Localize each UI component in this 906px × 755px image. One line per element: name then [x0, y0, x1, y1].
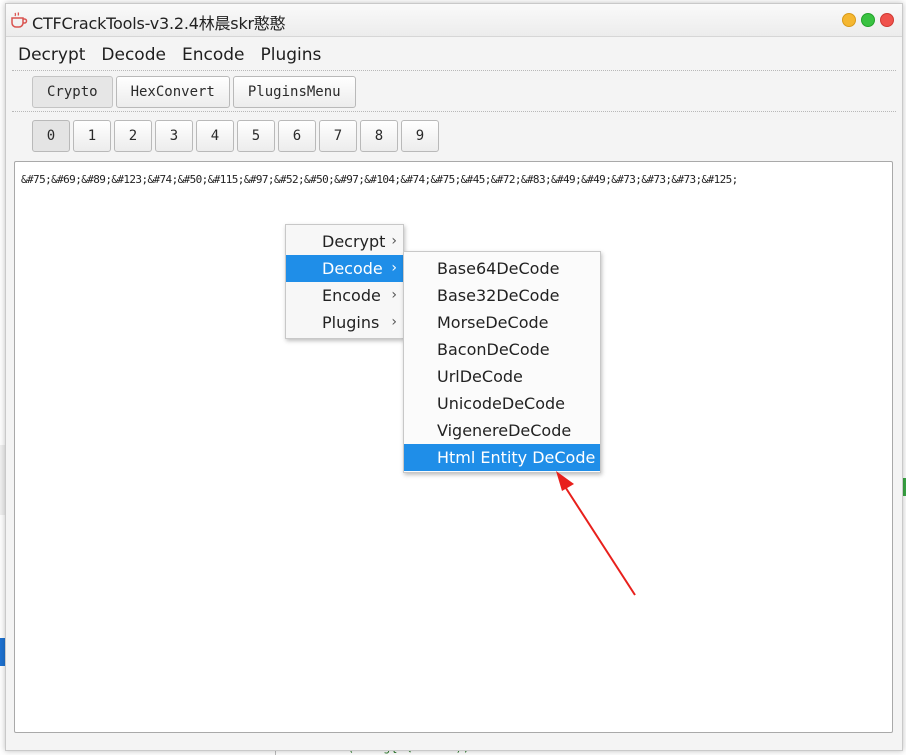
context-item-plugins[interactable]: Plugins › — [286, 309, 403, 336]
chevron-right-icon: › — [391, 260, 397, 276]
coffee-cup-icon — [11, 12, 28, 28]
submenu-item-htmlentitydecode[interactable]: Html Entity DeCode — [404, 444, 600, 471]
tab-8[interactable]: 8 — [360, 120, 398, 152]
tab-9[interactable]: 9 — [401, 120, 439, 152]
context-item-label: Plugins — [322, 313, 380, 332]
submenu-item-base32decode[interactable]: Base32DeCode — [404, 282, 600, 309]
maximize-button[interactable] — [861, 13, 875, 27]
menu-plugins[interactable]: Plugins — [260, 45, 321, 65]
submenu-item-urldecode[interactable]: UrlDeCode — [404, 363, 600, 390]
context-item-decode[interactable]: Decode › — [286, 255, 403, 282]
tab-3[interactable]: 3 — [155, 120, 193, 152]
tab-7[interactable]: 7 — [319, 120, 357, 152]
menu-encode[interactable]: Encode — [182, 45, 245, 65]
window-title: CTFCrackTools-v3.2.4林晨skr憨憨 — [32, 14, 286, 33]
submenu-item-base64decode[interactable]: Base64DeCode — [404, 255, 600, 282]
number-tabs: 0 1 2 3 4 5 6 7 8 9 — [32, 120, 439, 152]
menu-decrypt[interactable]: Decrypt — [18, 45, 85, 65]
tab-5[interactable]: 5 — [237, 120, 275, 152]
main-tabs: Crypto HexConvert PluginsMenu — [32, 76, 356, 108]
decode-submenu: Base64DeCode Base32DeCode MorseDeCode Ba… — [403, 251, 601, 473]
submenu-item-unicodedecode[interactable]: UnicodeDeCode — [404, 390, 600, 417]
tab-2[interactable]: 2 — [114, 120, 152, 152]
close-button[interactable] — [880, 13, 894, 27]
context-item-encode[interactable]: Encode › — [286, 282, 403, 309]
submenu-item-morsedecode[interactable]: MorseDeCode — [404, 309, 600, 336]
tab-4[interactable]: 4 — [196, 120, 234, 152]
textarea-content: &#75;&#69;&#89;&#123;&#74;&#50;&#115;&#9… — [21, 173, 738, 186]
tab-pluginsmenu[interactable]: PluginsMenu — [232, 76, 356, 108]
menu-separator — [12, 70, 896, 71]
submenu-item-bacondecode[interactable]: BaconDeCode — [404, 336, 600, 363]
context-item-label: Decrypt — [322, 232, 386, 251]
window-controls — [842, 13, 894, 27]
context-item-decrypt[interactable]: Decrypt › — [286, 228, 403, 255]
context-menu: Decrypt › Decode › Encode › Plugins › — [285, 224, 404, 339]
tab-6[interactable]: 6 — [278, 120, 316, 152]
tabs-separator — [12, 111, 896, 112]
tab-crypto[interactable]: Crypto — [32, 76, 113, 108]
context-item-label: Encode — [322, 286, 381, 305]
menu-bar: Decrypt Decode Encode Plugins — [6, 40, 902, 70]
submenu-item-vigeneredecode[interactable]: VigenereDeCode — [404, 417, 600, 444]
chevron-right-icon: › — [391, 287, 397, 303]
tab-1[interactable]: 1 — [73, 120, 111, 152]
context-item-label: Decode — [322, 259, 383, 278]
chevron-right-icon: › — [391, 314, 397, 330]
minimize-button[interactable] — [842, 13, 856, 27]
title-bar[interactable]: CTFCrackTools-v3.2.4林晨skr憨憨 — [6, 4, 902, 37]
chevron-right-icon: › — [391, 233, 397, 249]
tab-0[interactable]: 0 — [32, 120, 70, 152]
tab-hexconvert[interactable]: HexConvert — [115, 76, 230, 108]
menu-decode[interactable]: Decode — [101, 45, 166, 65]
